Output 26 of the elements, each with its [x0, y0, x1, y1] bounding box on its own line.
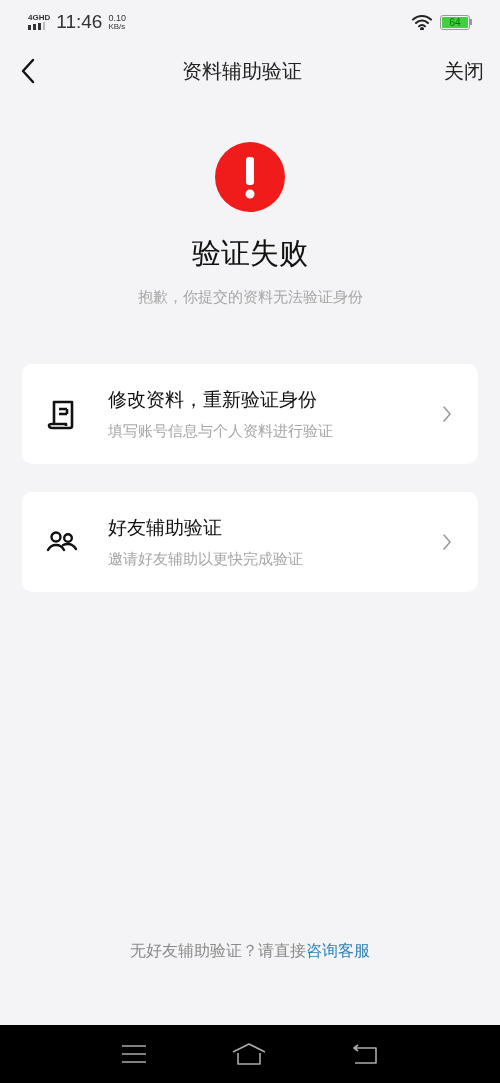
close-button[interactable]: 关闭 [444, 56, 484, 86]
home-icon[interactable] [232, 1043, 266, 1065]
network-label: 4GHD [28, 14, 51, 22]
menu-icon[interactable] [122, 1045, 146, 1063]
speed-unit: KB/s [108, 22, 126, 31]
option-title: 修改资料，重新验证身份 [108, 387, 318, 412]
page-title: 资料辅助验证 [182, 59, 302, 84]
result-message: 抱歉，你提交的资料无法验证身份 [137, 286, 363, 307]
chevron-right-icon [442, 405, 452, 423]
battery-indicator: 64 [440, 14, 472, 30]
option-title: 好友辅助验证 [108, 515, 223, 540]
friends-icon [46, 530, 78, 554]
option-subtitle: 邀请好友辅助以更快完成验证 [108, 549, 304, 569]
customer-service-link[interactable]: 咨询客服 [306, 942, 370, 959]
result-title: 验证失败 [192, 236, 308, 271]
back-icon[interactable] [352, 1044, 378, 1064]
speed-value: 0.10 [108, 13, 126, 23]
chevron-right-icon [442, 533, 452, 551]
option-card[interactable]: 好友辅助验证 邀请好友辅助以更快完成验证 [22, 492, 478, 592]
signal-icon [28, 22, 46, 30]
option-card[interactable]: 修改资料，重新验证身份 填写账号信息与个人资料进行验证 [22, 364, 478, 464]
option-subtitle: 填写账号信息与个人资料进行验证 [108, 421, 334, 441]
wifi-icon [412, 14, 432, 30]
clock-time: 11:46 [56, 9, 103, 34]
alert-icon [215, 142, 285, 212]
footer-note: 无好友辅助验证？请直接咨询客服 [129, 941, 371, 961]
